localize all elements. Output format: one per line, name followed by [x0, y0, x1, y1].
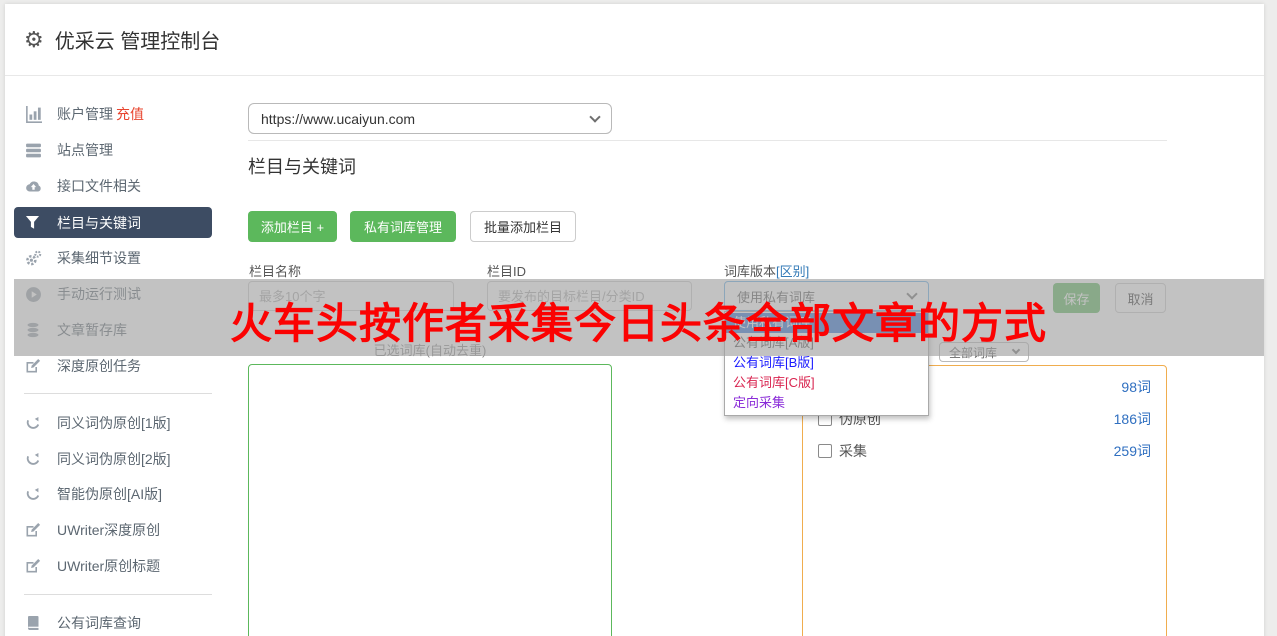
app-header: ⚙ 优采云 管理控制台	[5, 4, 1264, 76]
book-icon	[25, 615, 42, 632]
recharge-badge[interactable]: 充值	[116, 106, 144, 122]
chevron-down-icon	[589, 110, 601, 123]
sidebar-item-manual-test[interactable]: 手动运行测试	[14, 276, 212, 312]
sidebar-item-label: 账户管理 充值	[57, 106, 144, 122]
column-name-input[interactable]	[248, 281, 454, 311]
database-icon	[25, 322, 42, 339]
sidebar-item-synonym-v1[interactable]: 同义词伪原创[1版]	[14, 405, 212, 441]
sidebar-item-sites[interactable]: 站点管理	[14, 132, 212, 168]
sidebar-divider	[24, 393, 212, 394]
add-column-button[interactable]: 添加栏目 +	[248, 211, 337, 242]
sidebar-item-label: 文章暂存库	[57, 322, 127, 338]
refresh-icon	[25, 486, 42, 503]
cancel-button[interactable]: 取消	[1115, 283, 1166, 313]
gears-icon	[25, 250, 42, 267]
sidebar-item-uwriter-deep[interactable]: UWriter深度原创	[14, 512, 212, 548]
sidebar-item-synonym-v2[interactable]: 同义词伪原创[2版]	[14, 441, 212, 477]
selected-lexicon-box[interactable]	[248, 364, 612, 636]
chevron-down-icon	[1011, 345, 1021, 355]
sidebar-item-label: UWriter深度原创	[57, 522, 161, 538]
site-url-value: https://www.ucaiyun.com	[261, 110, 416, 127]
edit-icon	[25, 358, 42, 375]
lexicon-version-label: 词库版本[区别]	[724, 264, 810, 279]
menu-option-public-b[interactable]: 公有词库[B版]	[725, 353, 928, 373]
sidebar-item-collect-settings[interactable]: 采集细节设置	[14, 240, 212, 276]
sidebar-item-label: 站点管理	[57, 142, 113, 158]
chevron-down-icon	[906, 288, 918, 300]
menu-option-public-c[interactable]: 公有词库[C版]	[725, 373, 928, 393]
sidebar-item-label: 深度原创任务	[57, 358, 141, 374]
app-title: 优采云 管理控制台	[54, 31, 221, 53]
sidebar-item-label: 栏目与关键词	[57, 214, 141, 231]
lexicon-word-count: 259词	[1113, 443, 1151, 459]
lexicon-word-count: 98词	[1121, 379, 1151, 395]
sidebar-item-label: 接口文件相关	[57, 178, 141, 194]
refresh-icon	[25, 415, 42, 432]
private-lexicon-button[interactable]: 私有词库管理	[350, 211, 456, 242]
menu-option-private-lexicon[interactable]: 使用私有词库	[725, 313, 928, 333]
sidebar-divider	[24, 594, 212, 595]
sidebar-item-deep-original-task[interactable]: 深度原创任务	[14, 348, 212, 384]
cloud-upload-icon	[25, 178, 42, 195]
sidebar-item-interface-files[interactable]: 接口文件相关	[14, 168, 212, 204]
column-id-input[interactable]	[487, 281, 692, 311]
batch-add-button[interactable]: 批量添加栏目	[470, 211, 576, 242]
section-title: 栏目与关键词	[248, 157, 356, 177]
gear-logo-icon: ⚙	[24, 26, 44, 52]
server-icon	[25, 142, 42, 159]
column-name-label: 栏目名称	[249, 264, 302, 279]
sidebar-item-label: 公有词库查询	[57, 615, 141, 631]
edit-icon	[25, 558, 42, 575]
lexicon-version-value: 使用私有词库	[737, 289, 816, 305]
bar-chart-icon	[25, 105, 42, 123]
sidebar-item-label: 智能伪原创[AI版]	[57, 486, 163, 502]
column-id-label: 栏目ID	[487, 264, 527, 279]
page: ⚙ 优采云 管理控制台 账户管理 充值 站点管理 接口文件相关 栏目与关键词 采集…	[0, 0, 1277, 636]
sidebar-item-label: 同义词伪原创[1版]	[57, 415, 171, 431]
sidebar-item-article-cache[interactable]: 文章暂存库	[14, 312, 212, 348]
refresh-icon	[25, 451, 42, 468]
sidebar-item-public-lexicon-query[interactable]: 公有词库查询	[14, 605, 212, 636]
divider	[248, 140, 1167, 141]
lexicon-version-select[interactable]: 使用私有词库	[724, 281, 929, 311]
sidebar-item-account[interactable]: 账户管理 充值	[14, 96, 212, 132]
sidebar-item-columns-keywords[interactable]: 栏目与关键词	[14, 207, 212, 238]
sidebar-item-label: 同义词伪原创[2版]	[57, 451, 171, 467]
version-difference-link[interactable]: [区别]	[776, 264, 809, 279]
funnel-icon	[25, 214, 42, 231]
play-circle-icon	[25, 286, 42, 303]
lexicon-filter-select[interactable]: 全部词库	[939, 342, 1029, 362]
menu-option-targeted-collect[interactable]: 定向采集	[725, 393, 928, 413]
save-button[interactable]: 保存	[1053, 283, 1100, 313]
sidebar-item-label: 手动运行测试	[57, 286, 141, 302]
lexicon-row-label: 采集	[839, 443, 867, 459]
lexicon-version-dropdown-menu: 使用私有词库 公有词库[A版] 公有词库[B版] 公有词库[C版] 定向采集	[724, 311, 929, 416]
lexicon-row: 采集 259词	[818, 441, 1151, 461]
lexicon-checkbox[interactable]	[818, 444, 832, 458]
sidebar-item-label: 采集细节设置	[57, 250, 141, 266]
sidebar-item-uwriter-title[interactable]: UWriter原创标题	[14, 548, 212, 584]
site-url-select[interactable]: https://www.ucaiyun.com	[248, 103, 612, 134]
sidebar-item-label: UWriter原创标题	[57, 558, 161, 574]
menu-option-public-a[interactable]: 公有词库[A版]	[725, 333, 928, 353]
lexicon-word-count: 186词	[1113, 411, 1151, 427]
edit-icon	[25, 522, 42, 539]
lexicon-filter-value: 全部词库	[949, 345, 998, 360]
selected-lexicon-label: 已选词库(自动去重)	[373, 343, 487, 358]
sidebar-item-ai-rewrite[interactable]: 智能伪原创[AI版]	[14, 476, 212, 512]
